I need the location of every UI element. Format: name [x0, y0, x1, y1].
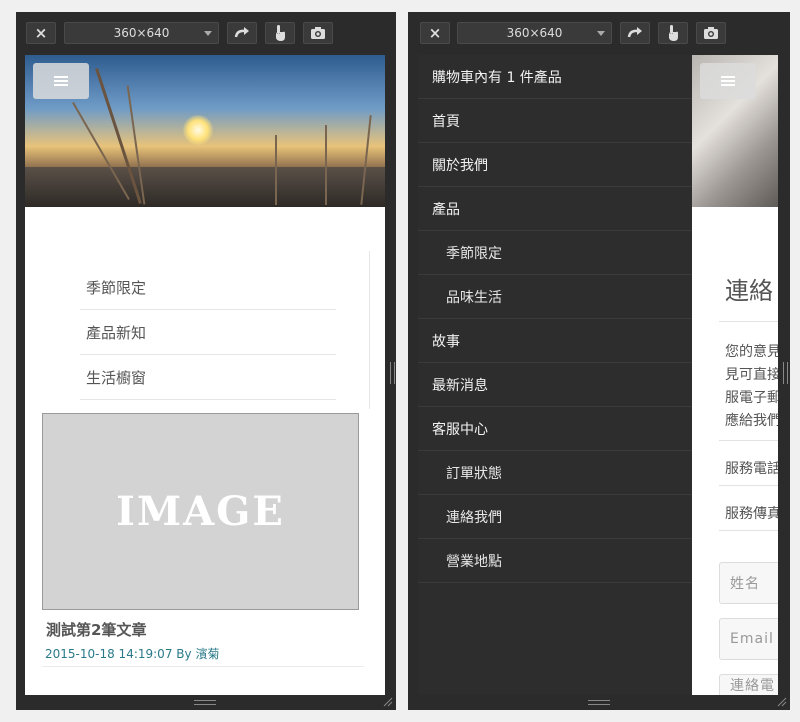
page-behind-drawer: 連絡 您的意見 見可直接 服電子郵 應給我們 服務電話 服務傳真 姓名 Emai…: [692, 55, 778, 695]
contact-description-line: 服電子郵: [725, 390, 778, 406]
hamburger-icon: [54, 76, 68, 86]
nav-item-stories[interactable]: 故事: [418, 319, 692, 363]
contact-description-line: 見可直接: [725, 367, 778, 383]
rotate-icon: [234, 27, 249, 38]
cart-summary-link[interactable]: 購物車內有 1 件產品: [418, 55, 692, 99]
close-button[interactable]: ×: [26, 22, 56, 44]
image-placeholder-text: IMAGE: [116, 488, 285, 535]
camera-icon: [311, 27, 325, 39]
nav-item-products[interactable]: 產品: [418, 187, 692, 231]
preview-toolbar: × 360×640: [408, 12, 790, 52]
nav-item-news[interactable]: 最新消息: [418, 363, 692, 407]
category-item[interactable]: 生活櫥窗: [80, 355, 336, 400]
nav-drawer: 購物車內有 1 件產品 首頁 關於我們 產品 季節限定 品味生活 故事 最新消息…: [418, 55, 692, 695]
nav-subitem-locations[interactable]: 營業地點: [418, 539, 692, 583]
screenshot-button[interactable]: [303, 22, 333, 44]
divider: [719, 485, 778, 486]
service-phone-label: 服務電話: [725, 461, 778, 477]
device-size-select[interactable]: 360×640: [64, 22, 219, 44]
device-panel-left: × 360×640 季節限定 產品新知 生活櫥窗 IMAGE 測試第2筆文章 2…: [16, 12, 396, 710]
nav-item-home[interactable]: 首頁: [418, 99, 692, 143]
contact-description-line: 您的意見: [725, 344, 778, 360]
device-screen: 連絡 您的意見 見可直接 服電子郵 應給我們 服務電話 服務傳真 姓名 Emai…: [418, 55, 778, 695]
hero-image: [25, 55, 385, 207]
touch-hand-icon: [669, 25, 678, 41]
contact-description-line: 應給我們: [725, 413, 778, 429]
post-author-link[interactable]: 濱菊: [195, 647, 219, 661]
close-icon: ×: [34, 24, 48, 42]
nav-subitem-order-status[interactable]: 訂單狀態: [418, 451, 692, 495]
category-item[interactable]: 產品新知: [80, 310, 336, 355]
divider: [42, 666, 364, 667]
hamburger-icon: [721, 76, 735, 86]
device-preview-workspace: × 360×640 季節限定 產品新知 生活櫥窗 IMAGE 測試第2筆文章 2…: [0, 0, 800, 722]
divider: [719, 440, 778, 441]
divider: [719, 321, 778, 322]
service-fax-label: 服務傳真: [725, 506, 778, 522]
menu-button[interactable]: [33, 63, 89, 99]
device-size-value: 360×640: [506, 26, 563, 40]
nav-subitem-lifestyle[interactable]: 品味生活: [418, 275, 692, 319]
resize-handle-horizontal[interactable]: [390, 362, 395, 384]
reed-decoration: [275, 135, 277, 205]
chevron-down-icon: [204, 31, 212, 36]
resize-corner-icon[interactable]: [777, 697, 787, 707]
screenshot-button[interactable]: [696, 22, 726, 44]
post-image-placeholder[interactable]: IMAGE: [42, 413, 359, 610]
preview-toolbar: × 360×640: [16, 12, 396, 52]
chevron-down-icon: [597, 31, 605, 36]
name-input[interactable]: 姓名: [719, 562, 778, 604]
resize-corner-icon[interactable]: [383, 697, 393, 707]
menu-button[interactable]: [700, 63, 756, 99]
rotate-button[interactable]: [620, 22, 650, 44]
email-input[interactable]: Email: [719, 618, 778, 660]
camera-icon: [704, 27, 718, 39]
close-icon: ×: [428, 24, 442, 42]
touch-toggle-button[interactable]: [265, 22, 295, 44]
sun-shape: [183, 115, 213, 145]
sidebar-divider: [369, 251, 370, 409]
rotate-icon: [627, 27, 642, 38]
page-title: 連絡: [725, 277, 773, 305]
resize-handle-horizontal[interactable]: [783, 362, 788, 384]
nav-item-service[interactable]: 客服中心: [418, 407, 692, 451]
resize-handle-vertical[interactable]: [194, 700, 216, 705]
post-meta: 2015-10-18 14:19:07 By 濱菊: [45, 645, 219, 662]
post-title[interactable]: 測試第2筆文章: [46, 619, 146, 640]
category-list: 季節限定 產品新知 生活櫥窗: [80, 265, 336, 400]
device-panel-right: × 360×640 連絡 您的意見 見可直接 服電子郵 應給我們 服務電話 服務…: [408, 12, 790, 710]
nav-subitem-contact[interactable]: 連絡我們: [418, 495, 692, 539]
post-by: By: [176, 647, 192, 661]
device-screen: 季節限定 產品新知 生活櫥窗 IMAGE 測試第2筆文章 2015-10-18 …: [25, 55, 385, 695]
rotate-button[interactable]: [227, 22, 257, 44]
resize-handle-vertical[interactable]: [588, 700, 610, 705]
device-size-value: 360×640: [113, 26, 170, 40]
reed-decoration: [325, 125, 327, 205]
hero-ground: [25, 167, 385, 207]
touch-toggle-button[interactable]: [658, 22, 688, 44]
device-size-select[interactable]: 360×640: [457, 22, 612, 44]
contact-description: 您的意見 見可直接 服電子郵 應給我們: [725, 341, 778, 433]
divider: [719, 530, 778, 531]
category-item[interactable]: 季節限定: [80, 265, 336, 310]
phone-input[interactable]: 連絡電話: [719, 674, 778, 695]
nav-item-about[interactable]: 關於我們: [418, 143, 692, 187]
post-date: 2015-10-18 14:19:07: [45, 647, 173, 661]
close-button[interactable]: ×: [420, 22, 450, 44]
touch-hand-icon: [276, 25, 285, 41]
nav-subitem-seasonal[interactable]: 季節限定: [418, 231, 692, 275]
